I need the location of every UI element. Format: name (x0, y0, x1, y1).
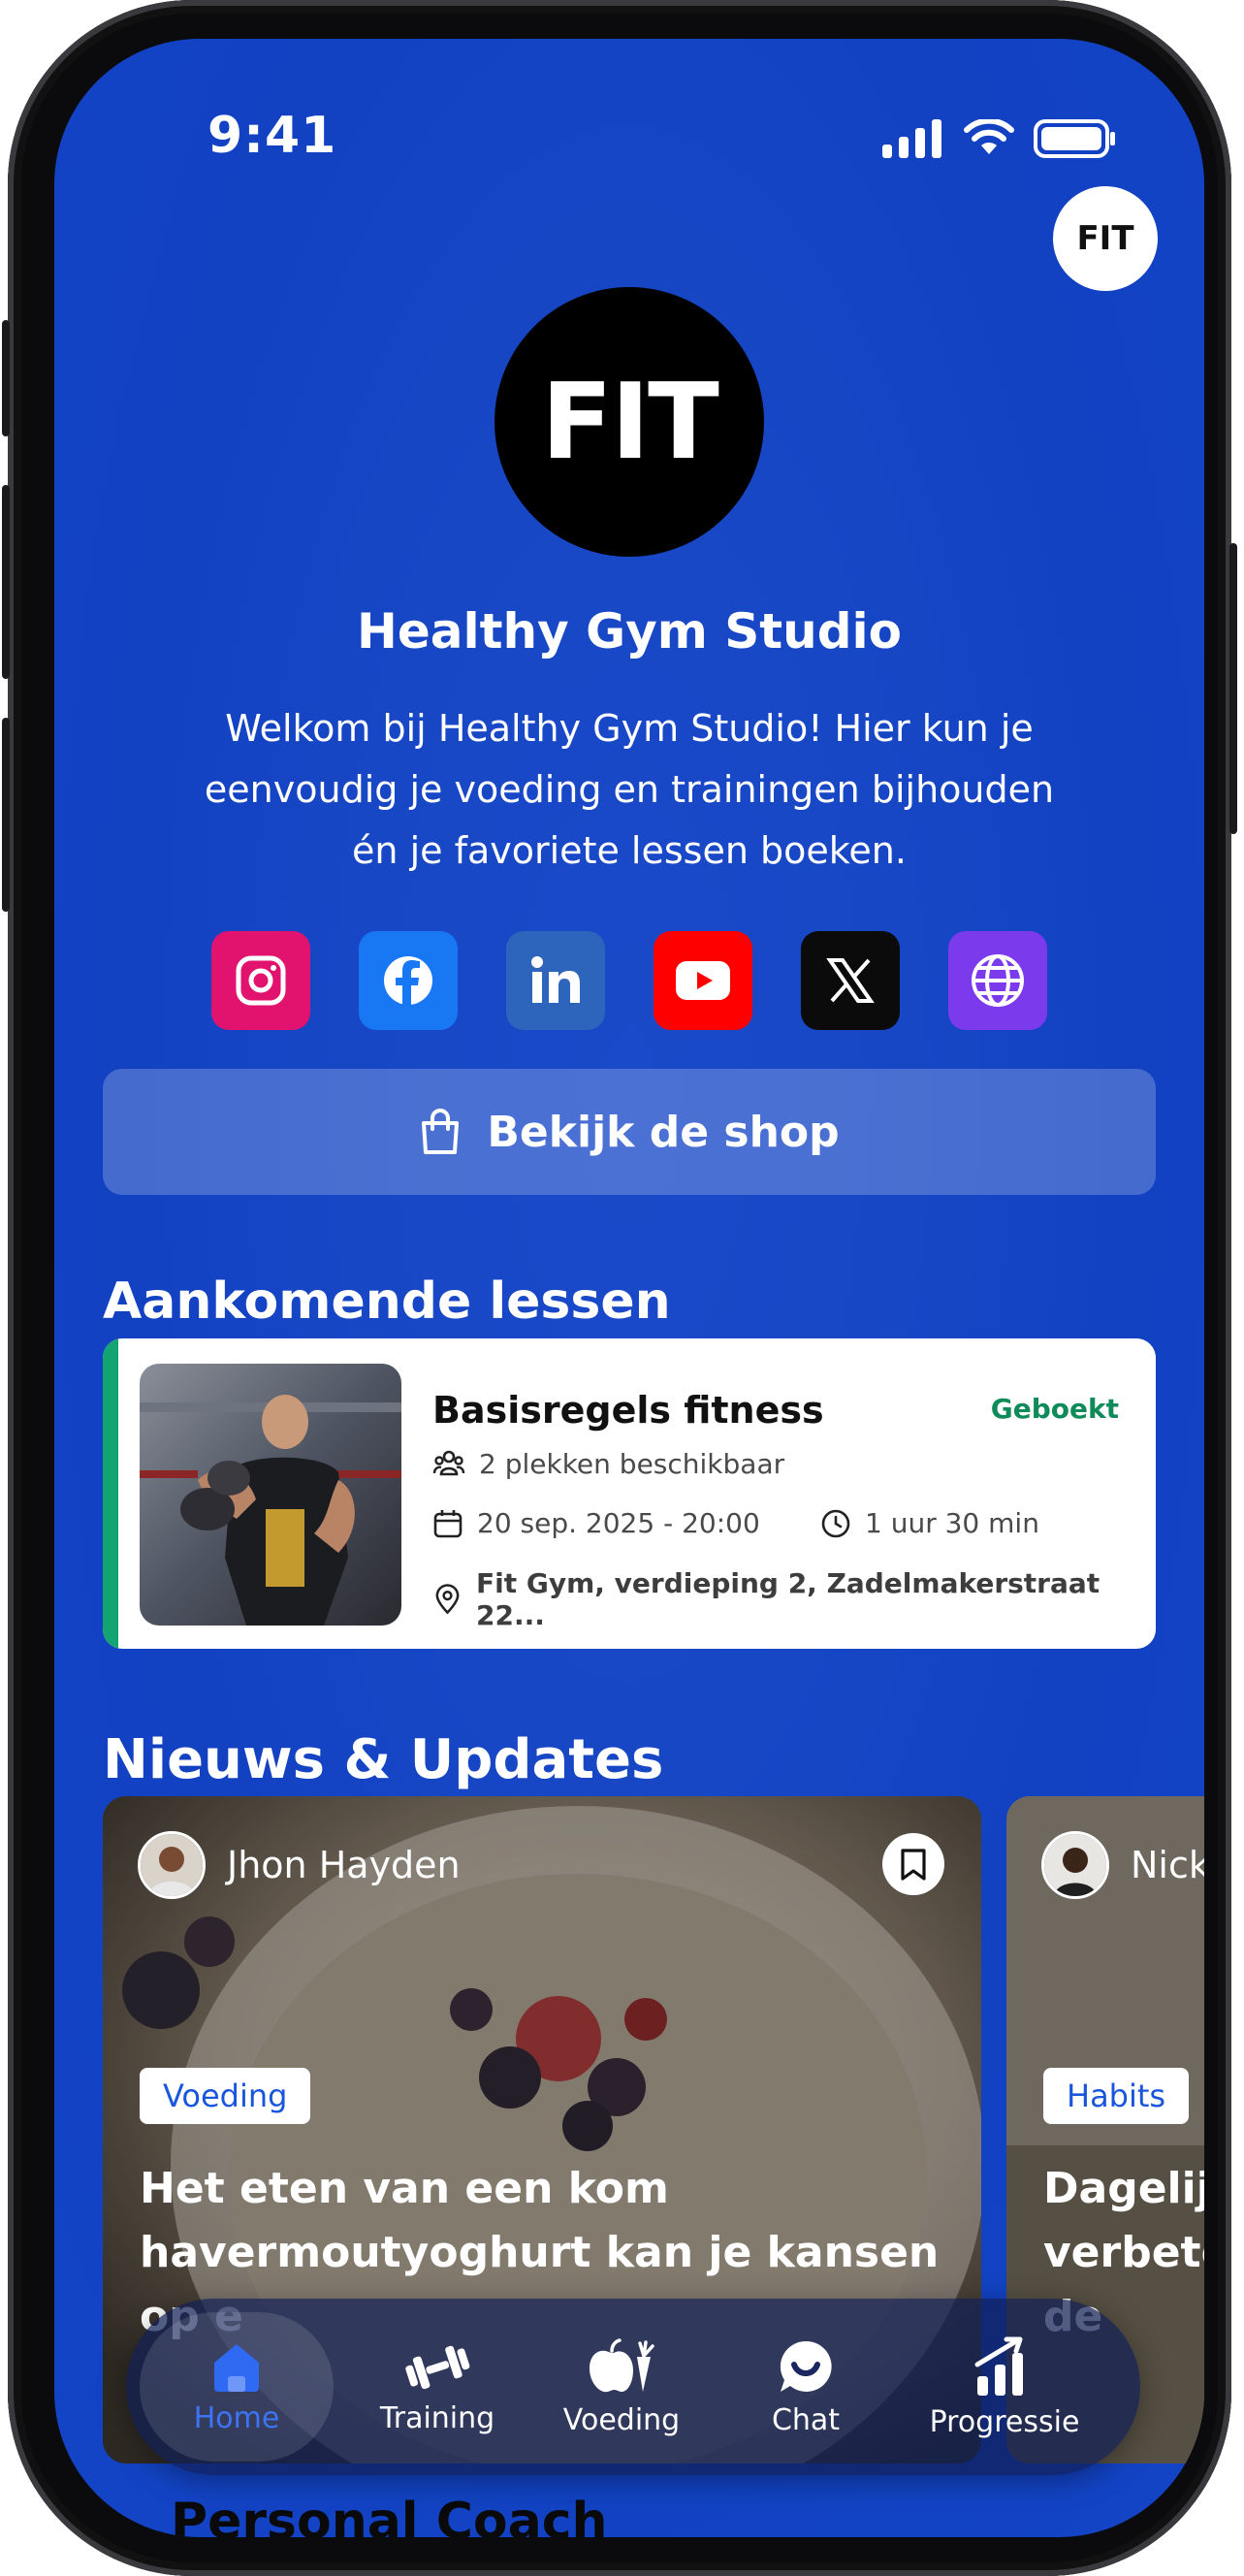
lesson-title: Basisregels fitness (432, 1389, 824, 1432)
instagram-icon (236, 955, 286, 1006)
lesson-duration-row: 1 uur 30 min (820, 1507, 1039, 1539)
lesson-date-row: 20 sep. 2025 - 20:00 (432, 1507, 760, 1539)
home-icon (214, 2343, 259, 2392)
bookmark-icon (901, 1849, 926, 1881)
lesson-location: Fit Gym, verdieping 2, Zadelmakerstraat … (476, 1567, 1100, 1631)
bookmark-button[interactable] (882, 1833, 944, 1895)
lesson-date: 20 sep. 2025 - 20:00 (477, 1507, 760, 1539)
studio-name: Healthy Gym Studio (356, 603, 903, 660)
news-author[interactable]: Jhon Hayden (138, 1831, 461, 1899)
wifi-icon (964, 119, 1014, 154)
lesson-spots: 2 plekken beschikbaar (479, 1447, 785, 1480)
tab-chat-label: Chat (771, 2402, 841, 2437)
people-icon (432, 1450, 465, 1476)
chat-icon (780, 2340, 832, 2392)
lesson-card[interactable]: Basisregels fitness Geboekt 2 plekken be… (103, 1338, 1156, 1649)
facebook-icon (384, 956, 432, 1006)
author-avatar (1041, 1831, 1109, 1899)
facebook-button[interactable] (359, 931, 458, 1030)
personal-coach-heading: Personal Coach (171, 2493, 608, 2537)
apple-carrot-icon (590, 2337, 654, 2392)
youtube-button[interactable] (654, 931, 752, 1030)
social-links (211, 931, 1047, 1030)
side-button (2, 718, 10, 912)
battery-icon (1034, 119, 1115, 158)
studio-description: Welkom bij Healthy Gym Studio! Hier kun … (204, 707, 1055, 872)
website-button[interactable] (948, 931, 1047, 1030)
side-button (1229, 543, 1237, 834)
lesson-spots-row: 2 plekken beschikbaar (432, 1447, 784, 1480)
linkedin-icon (531, 956, 580, 1003)
app-screen: 9:41 FIT FIT Healthy Gym Studio Welkom b… (54, 39, 1204, 2537)
profile-avatar[interactable]: FIT (1053, 186, 1158, 291)
shop-button-label: Bekijk de shop (487, 1107, 840, 1157)
instagram-button[interactable] (211, 931, 310, 1030)
clock-icon (821, 1509, 850, 1537)
tab-progressie[interactable]: Progressie (908, 2299, 1101, 2475)
phone-frame: 9:41 FIT FIT Healthy Gym Studio Welkom b… (2, 0, 1237, 2576)
lessons-heading: Aankomende lessen (103, 1272, 671, 1331)
news-tag: Voeding (140, 2068, 311, 2124)
news-heading: Nieuws & Updates (103, 1728, 664, 1791)
globe-icon (972, 954, 1024, 1007)
author-avatar (138, 1831, 206, 1899)
tab-training-label: Training (379, 2400, 495, 2435)
location-pin-icon (435, 1584, 460, 1615)
x-button[interactable] (801, 931, 900, 1030)
lesson-duration: 1 uur 30 min (865, 1507, 1039, 1539)
linkedin-button[interactable] (506, 931, 605, 1030)
tab-voeding-label: Voeding (562, 2402, 681, 2437)
lesson-status-bar (103, 1338, 118, 1649)
lesson-location-row: Fit Gym, verdieping 2, Zadelmakerstraat … (432, 1567, 1156, 1631)
shop-button[interactable]: Bekijk de shop (103, 1069, 1156, 1195)
lesson-image (140, 1364, 401, 1626)
author-name: Nick (1131, 1844, 1204, 1886)
tab-home[interactable]: Home (140, 2312, 334, 2462)
youtube-icon (676, 961, 730, 1000)
signal-icon (882, 119, 941, 158)
tab-home-label: Home (193, 2400, 280, 2435)
author-name: Jhon Hayden (227, 1844, 461, 1886)
tab-chat[interactable]: Chat (714, 2299, 898, 2475)
news-author[interactable]: Nick (1041, 1831, 1204, 1899)
progress-chart-icon (974, 2336, 1023, 2396)
status-time: 9:41 (207, 107, 337, 165)
tab-voeding[interactable]: Voeding (529, 2299, 714, 2475)
tab-training[interactable]: Training (345, 2299, 529, 2475)
tab-bar: Home Training Voeding Chat Progressie (126, 2299, 1140, 2475)
calendar-icon (433, 1509, 463, 1537)
side-button (2, 485, 10, 679)
lesson-status-badge: Geboekt (990, 1393, 1119, 1425)
tab-progressie-label: Progressie (929, 2404, 1080, 2439)
status-icons (882, 118, 1117, 159)
shopping-bag-icon (422, 1109, 460, 1154)
x-icon (826, 958, 875, 1003)
studio-logo: FIT (494, 287, 764, 557)
dumbbell-icon (405, 2345, 470, 2389)
news-tag: Habits (1043, 2068, 1190, 2124)
side-button (2, 320, 10, 436)
